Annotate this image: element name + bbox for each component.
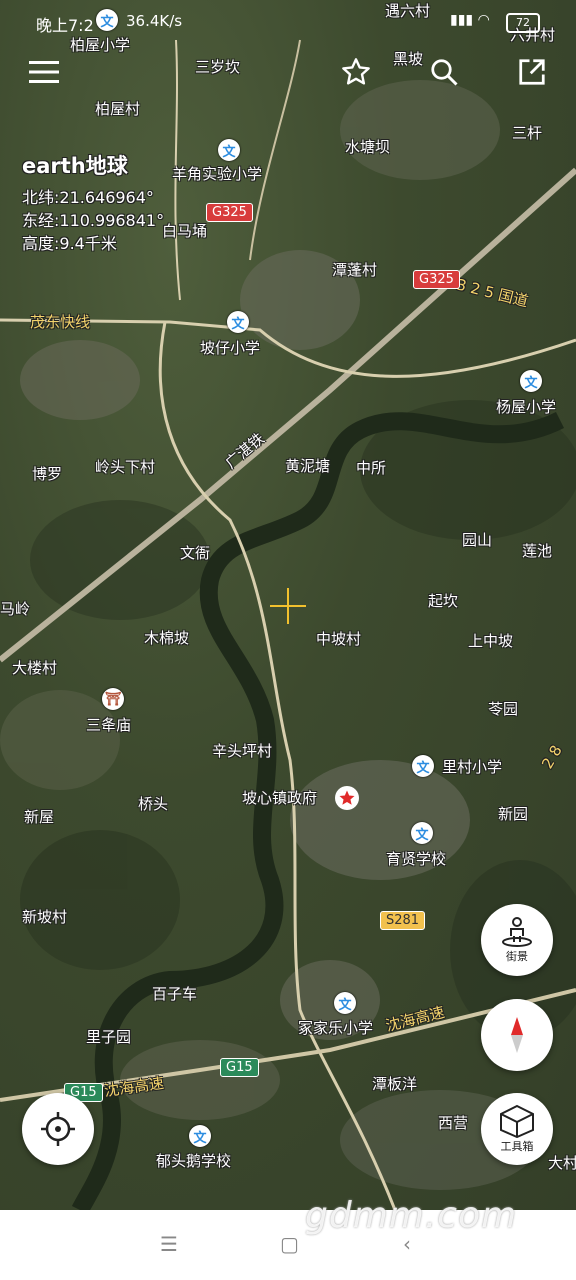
favorite-button[interactable] (336, 52, 376, 92)
place-label: 柏屋村 (95, 100, 141, 118)
place-label: 辛头坪村 (212, 742, 273, 760)
network-speed: 36.4K/s (126, 12, 183, 30)
place-label: 中坡村 (316, 630, 362, 648)
school-icon[interactable]: 文 (520, 370, 542, 392)
place-label: 潭板洋 (372, 1075, 418, 1093)
my-location-button[interactable] (22, 1093, 94, 1165)
place-label: 杨屋小学 (496, 398, 557, 416)
place-label: 潭蓬村 (332, 261, 378, 279)
toolbox-icon (500, 1104, 534, 1138)
menu-icon (29, 61, 59, 83)
menu-button[interactable] (24, 52, 64, 92)
place-label: 白马埇 (162, 222, 208, 240)
street-view-label: 街景 (506, 950, 528, 963)
watermark: gdmm.com (305, 1195, 518, 1236)
place-label: 桥头 (138, 795, 169, 813)
toolbox-button[interactable]: 工具箱 (481, 1093, 553, 1165)
road-shield-g325: G325 (413, 270, 460, 289)
place-label: 三夅庙 (86, 716, 132, 734)
place-label: 黄泥塘 (285, 457, 331, 475)
place-label: 文衙 (180, 544, 211, 562)
place-label: 岭头下村 (95, 458, 156, 476)
school-icon[interactable]: 文 (189, 1125, 211, 1147)
battery-icon: 72 (506, 13, 540, 33)
place-label: 里子园 (86, 1028, 132, 1046)
place-label: 起坎 (428, 592, 459, 610)
compass-icon (511, 1017, 523, 1053)
place-label: 冢家乐小学 (298, 1019, 374, 1037)
place-label: 大村 (548, 1154, 576, 1172)
school-icon[interactable]: 文 (227, 311, 249, 333)
place-label: 百子车 (152, 985, 198, 1003)
place-label: 博罗 (32, 465, 63, 483)
share-icon (519, 59, 545, 85)
app-title: earth地球 (22, 154, 128, 178)
place-label: 大楼村 (12, 659, 58, 677)
school-icon[interactable]: 文 (218, 139, 240, 161)
street-view-icon (502, 917, 532, 947)
place-label: 羊角实验小学 (172, 165, 263, 183)
temple-icon[interactable]: ⛩ (102, 688, 124, 710)
place-label: 三杆 (512, 124, 543, 142)
location-info-panel: earth地球 北纬:21.646964° 东经:110.996841° 高度:… (22, 150, 164, 255)
place-label: 新园 (498, 805, 529, 823)
street-view-button[interactable]: 街景 (481, 904, 553, 976)
status-bar: 晚上7:2 36.4K/s ▮▮▮ ◠ 72 (0, 0, 576, 44)
compass-button[interactable] (481, 999, 553, 1071)
place-label: 水塘坝 (345, 138, 391, 156)
place-label: 中所 (356, 459, 387, 477)
place-label: 郁头鹅学校 (156, 1152, 232, 1170)
signal-wifi-icon: ▮▮▮ ◠ (450, 12, 490, 28)
toolbox-label: 工具箱 (500, 1140, 534, 1153)
search-icon (431, 59, 458, 86)
road-shield-s281: S281 (380, 911, 426, 930)
status-time: 晚上7:2 (36, 16, 94, 35)
place-label: 坡心镇政府 (242, 789, 318, 807)
place-label: 三岁坎 (195, 58, 241, 76)
place-label: 新坡村 (22, 908, 68, 926)
school-icon[interactable]: 文 (334, 992, 356, 1014)
place-label: 园山 (462, 531, 493, 549)
place-label: 里村小学 (442, 758, 503, 776)
place-label: 新屋 (24, 808, 55, 826)
crosshair-icon (270, 588, 306, 624)
road-label: 茂东快线 (30, 313, 91, 331)
star-icon (342, 58, 370, 85)
place-label: 上中坡 (468, 632, 514, 650)
altitude-text: 高度:9.4千米 (22, 234, 117, 253)
school-icon[interactable]: 文 (411, 822, 433, 844)
place-label: 莲池 (522, 542, 553, 560)
place-label: 木棉坡 (144, 629, 190, 647)
search-button[interactable] (424, 52, 464, 92)
place-label: 马岭 (0, 600, 31, 618)
school-icon[interactable]: 文 (412, 755, 434, 777)
road-shield-g325: G325 (206, 203, 253, 222)
home-icon[interactable]: ▢ (280, 1232, 299, 1256)
locate-icon (41, 1112, 75, 1146)
place-label: 坡仔小学 (200, 339, 261, 357)
share-button[interactable] (512, 52, 552, 92)
government-star-icon[interactable] (335, 786, 359, 810)
latitude-text: 北纬:21.646964° (22, 188, 154, 207)
place-label: 苓园 (488, 700, 519, 718)
recent-apps-icon[interactable]: ☰ (160, 1232, 178, 1256)
longitude-text: 东经:110.996841° (22, 211, 165, 230)
road-shield-g15: G15 (220, 1058, 259, 1077)
place-label: 黑坡 (393, 50, 424, 68)
place-label: 育贤学校 (386, 850, 447, 868)
place-label: 西营 (438, 1114, 469, 1132)
